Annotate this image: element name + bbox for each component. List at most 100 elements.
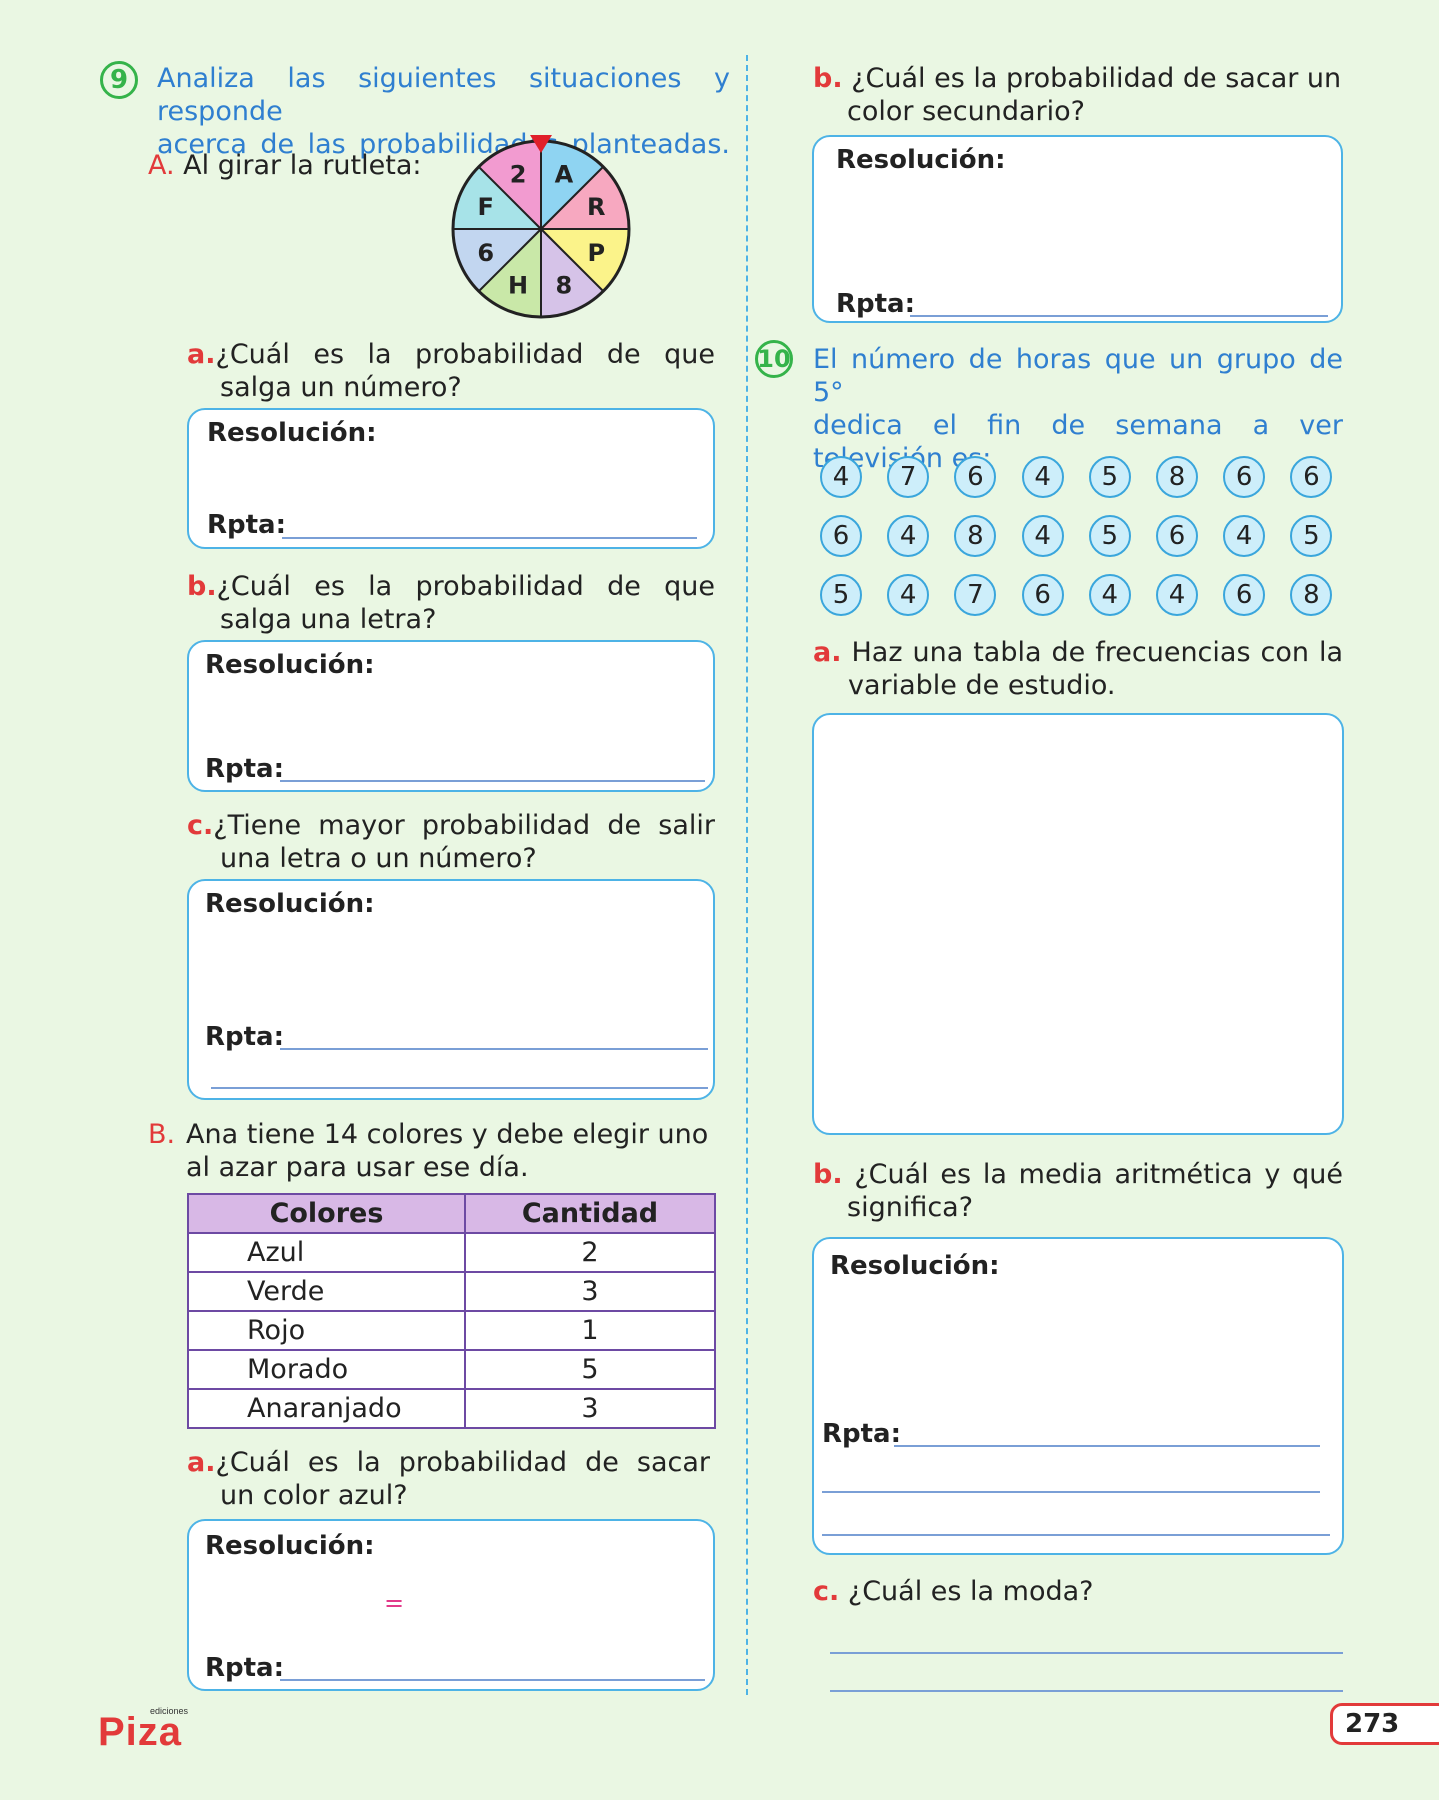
rpta-label: Rpta: <box>205 754 285 784</box>
part-a-marker: A. <box>148 150 175 181</box>
roulette-sector-label: A <box>555 161 574 189</box>
answer-line[interactable] <box>280 1679 705 1681</box>
data-value-circle: 4 <box>1088 574 1131 616</box>
data-value-circle: 6 <box>1290 456 1333 498</box>
marker-b: b. <box>813 63 843 94</box>
answer-line[interactable] <box>894 1445 1320 1447</box>
data-value-circle: 4 <box>1021 515 1064 557</box>
cell-quantity: 3 <box>464 1271 716 1312</box>
table-row: Rojo 1 <box>187 1310 716 1351</box>
equals-sign: = <box>384 1589 405 1617</box>
resolucion-label: Resolución: <box>830 1251 1000 1281</box>
answer-box-10-b[interactable]: Resolución: Rpta: <box>812 1237 1344 1555</box>
data-value-circle: 4 <box>820 456 862 498</box>
data-value-circle: 5 <box>820 574 862 616</box>
roulette-sector-label: H <box>508 271 528 299</box>
data-value-circle: 5 <box>1290 515 1333 557</box>
answer-line-3[interactable] <box>822 1534 1330 1536</box>
q10-line1: El número de horas que un grupo de 5° <box>813 344 1343 408</box>
rpta-label: Rpta: <box>205 1653 285 1683</box>
resolucion-label: Resolución: <box>205 889 375 919</box>
data-value-circle: 6 <box>954 456 997 498</box>
cell-quantity: 5 <box>464 1349 716 1390</box>
q10-line2: dedica el fin de semana a ver <box>813 410 1343 441</box>
answer-line[interactable] <box>280 1048 708 1050</box>
cell-quantity: 2 <box>464 1232 716 1273</box>
table-row: Morado 5 <box>187 1349 716 1390</box>
rpta-label: Rpta: <box>836 289 916 319</box>
marker-a: a. <box>187 339 216 370</box>
question-a-c: c.¿Tiene mayor probabilidad de salir una… <box>187 809 715 875</box>
question-10-c: c. ¿Cuál es la moda? <box>813 1576 1094 1607</box>
header-cantidad: Cantidad <box>464 1193 716 1234</box>
resolucion-label: Resolución: <box>205 1531 375 1561</box>
resolucion-label: Resolución: <box>836 145 1006 175</box>
question-b-b-line2: color secundario? <box>847 96 1085 127</box>
data-value-circle: 4 <box>887 515 930 557</box>
marker-b: b. <box>813 1159 843 1190</box>
answer-line[interactable] <box>910 315 1328 317</box>
roulette-wheel: ARP8H6 F2 <box>451 135 631 319</box>
cell-color: Azul <box>187 1232 466 1273</box>
roulette-sector-label: R <box>587 193 605 221</box>
rpta-label: Rpta: <box>207 510 287 540</box>
q10-b-line1: ¿Cuál es la media aritmética y qué <box>854 1159 1343 1190</box>
marker-c: c. <box>813 1576 840 1607</box>
part-a-heading: A. Al girar la rutleta: <box>148 150 421 181</box>
question-a-a: a.¿Cuál es la probabilidad de que salga … <box>187 338 715 404</box>
question-a-a-line1: ¿Cuál es la probabilidad de que <box>215 339 715 370</box>
answer-line-moda-2[interactable] <box>830 1690 1343 1692</box>
answer-box-a-c[interactable]: Resolución: Rpta: <box>187 879 715 1100</box>
question-a-c-line1: ¿Tiene mayor probabilidad de salir <box>213 810 715 841</box>
answer-line[interactable] <box>282 537 697 539</box>
data-value-circle: 4 <box>1223 515 1266 557</box>
cell-color: Anaranjado <box>187 1388 466 1429</box>
data-value-circle: 8 <box>1290 574 1333 616</box>
question-10-intro: El número de horas que un grupo de 5° de… <box>813 343 1343 475</box>
roulette-sector-label: 8 <box>556 271 573 299</box>
marker-a: a. <box>813 637 842 668</box>
marker-b: b. <box>187 571 217 602</box>
answer-box-a-a[interactable]: Resolución: Rpta: <box>187 408 715 549</box>
answer-box-b-a[interactable]: Resolución: = Rpta: <box>187 1519 715 1691</box>
roulette-sector-label: F <box>478 193 494 221</box>
question-b-a: a.¿Cuál es la probabilidad de sacar un c… <box>187 1446 710 1512</box>
frequency-table-box[interactable] <box>812 713 1344 1135</box>
q10-a-line2: variable de estudio. <box>848 670 1116 701</box>
data-value-circle: 6 <box>1021 574 1064 616</box>
answer-line-2[interactable] <box>822 1491 1320 1493</box>
cell-color: Rojo <box>187 1310 466 1351</box>
question-a-b-line1: ¿Cuál es la probabilidad de que <box>216 571 715 602</box>
q10-c-text: ¿Cuál es la moda? <box>847 1576 1094 1607</box>
cell-color: Morado <box>187 1349 466 1390</box>
q10-a-line1: Haz una tabla de frecuencias con la <box>851 637 1343 668</box>
data-value-circle: 6 <box>1156 515 1198 557</box>
question-b-b-line1: ¿Cuál es la probabilidad de sacar un <box>851 63 1342 94</box>
question-b-b: b. ¿Cuál es la probabilidad de sacar un … <box>813 62 1343 128</box>
roulette-sector-label: P <box>587 239 605 267</box>
question-a-a-line2: salga un número? <box>220 372 462 403</box>
question-9-intro: Analiza las siguientes situaciones y res… <box>157 62 730 161</box>
part-b-line2: al azar para usar ese día. <box>186 1152 529 1183</box>
data-value-circle: 4 <box>1156 574 1198 616</box>
question-10-a: a. Haz una tabla de frecuencias con la v… <box>813 636 1343 702</box>
table-row: Azul 2 <box>187 1232 716 1273</box>
publisher-logo-small: ediciones <box>150 1706 189 1716</box>
publisher-logo: Piza <box>98 1710 183 1754</box>
part-b-marker: B. <box>148 1119 176 1150</box>
question-b-a-line2: un color azul? <box>220 1480 408 1511</box>
cell-quantity: 3 <box>464 1388 716 1429</box>
answer-line-2[interactable] <box>211 1087 708 1089</box>
question-9-number: 9 <box>100 61 138 99</box>
answer-line-moda-1[interactable] <box>830 1652 1343 1654</box>
cell-color: Verde <box>187 1271 466 1312</box>
question-a-b-line2: salga una letra? <box>220 604 437 635</box>
question-10-number: 10 <box>755 340 793 378</box>
question-10-b: b. ¿Cuál es la media aritmética y qué si… <box>813 1158 1343 1224</box>
answer-box-a-b[interactable]: Resolución: Rpta: <box>187 640 715 792</box>
question-a-b: b.¿Cuál es la probabilidad de que salga … <box>187 570 715 636</box>
answer-line[interactable] <box>280 780 705 782</box>
data-value-circle: 7 <box>954 574 997 616</box>
data-value-circle: 6 <box>820 515 862 557</box>
answer-box-b-b[interactable]: Resolución: Rpta: <box>812 135 1343 323</box>
